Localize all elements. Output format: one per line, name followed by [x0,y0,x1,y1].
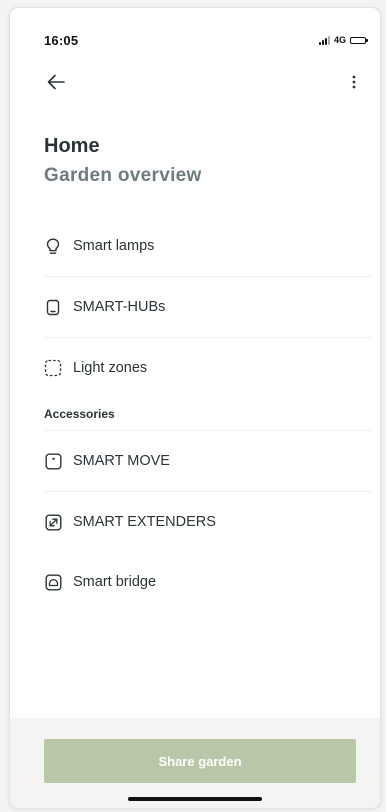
status-time: 16:05 [44,33,79,48]
arrow-left-icon [47,74,65,90]
list-item-smart-lamps[interactable]: Smart lamps [44,216,372,277]
list-item-smart-bridge[interactable]: Smart bridge [44,552,372,612]
motion-sensor-icon [44,452,62,470]
more-vertical-icon [352,75,356,89]
list-item-label: SMART MOVE [73,453,170,469]
list-item-label: Light zones [73,360,148,376]
status-bar: 16:05 4G [10,8,380,52]
list-item-smart-extenders[interactable]: SMART EXTENDERS [44,492,372,552]
page-subtitle: Garden overview [44,165,202,186]
home-indicator [128,797,262,801]
device-list: Smart lamps SMART-HUBs Light zones Acces… [44,216,372,612]
lightbulb-icon [44,237,62,255]
network-label: 4G [333,35,346,45]
more-options-button[interactable] [342,68,366,96]
list-item-smart-hubs[interactable]: SMART-HUBs [44,277,372,338]
bridge-icon [44,573,62,591]
page-title: Home [44,135,100,157]
list-item-label: Smart lamps [73,238,155,254]
back-button[interactable] [42,68,70,96]
bottom-action-bar: Share garden [10,718,380,808]
hub-device-icon [44,298,62,316]
phone-screen: 16:05 4G Home Garden overview Smart lamp… [10,8,380,808]
dashed-square-icon [44,359,62,377]
status-indicators: 4G [318,35,368,45]
list-item-label: SMART-HUBs [73,299,166,315]
expand-arrow-icon [44,513,62,531]
list-item-smart-move[interactable]: SMART MOVE [44,431,372,492]
list-item-label: Smart bridge [73,574,157,590]
list-item-label: SMART EXTENDERS [73,514,216,530]
app-bar [10,68,380,98]
battery-icon [350,36,368,44]
share-garden-button[interactable]: Share garden [44,739,356,783]
list-item-light-zones[interactable]: Light zones [44,338,372,398]
section-header-accessories: Accessories [44,398,372,431]
signal-icon [318,35,330,45]
